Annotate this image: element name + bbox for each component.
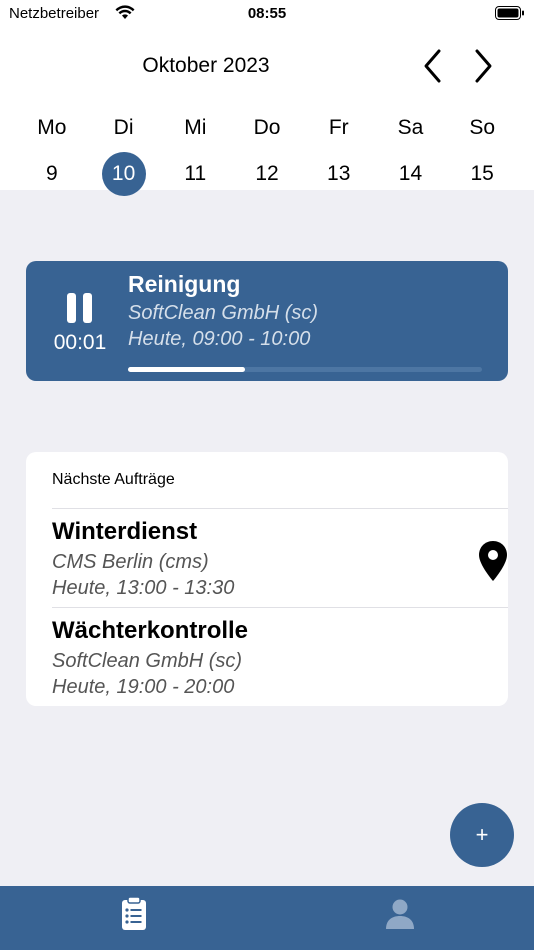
day-name: Mo <box>37 116 67 139</box>
day-monday[interactable]: Mo 9 <box>16 116 88 196</box>
day-wednesday[interactable]: Mi 11 <box>159 116 231 196</box>
map-pin-icon[interactable] <box>478 540 508 582</box>
status-bar: Netzbetreiber 08:55 <box>0 0 534 30</box>
job-progress-bar <box>128 367 482 372</box>
day-friday[interactable]: Fr 13 <box>303 116 375 196</box>
next-month-button[interactable] <box>468 48 498 84</box>
day-name: Sa <box>397 116 424 139</box>
add-job-button[interactable]: + <box>450 803 514 867</box>
tab-bar <box>0 886 534 950</box>
day-name: Fr <box>328 116 349 139</box>
day-sunday[interactable]: So 15 <box>446 116 518 196</box>
job-progress-fill <box>128 367 245 372</box>
day-tuesday-selected[interactable]: Di 10 <box>88 116 160 196</box>
day-number: 9 <box>46 162 58 185</box>
job-company: SoftClean GmbH (sc) <box>52 650 243 672</box>
previous-month-button[interactable] <box>418 48 448 84</box>
week-strip: Mo 9 Di 10 Mi 11 Do 12 Fr 13 Sa 14 So 15 <box>16 116 518 196</box>
job-list-item[interactable]: Winterdienst CMS Berlin (cms) Heute, 13:… <box>52 508 508 607</box>
status-time: 08:55 <box>247 5 287 22</box>
person-icon[interactable] <box>380 896 420 932</box>
battery-icon <box>495 6 524 20</box>
job-title: Winterdienst <box>52 518 198 545</box>
job-time: Heute, 19:00 - 20:00 <box>52 676 235 698</box>
clipboard-icon[interactable] <box>114 896 154 932</box>
active-job-card[interactable]: 00:01 Reinigung SoftClean GmbH (sc) Heut… <box>26 261 508 381</box>
day-name: So <box>469 116 496 139</box>
day-name: Do <box>253 116 281 139</box>
elapsed-timer: 00:01 <box>53 331 107 354</box>
active-job-time: Heute, 09:00 - 10:00 <box>128 328 311 350</box>
day-number: 11 <box>184 162 207 185</box>
day-name: Mi <box>184 116 207 139</box>
job-time: Heute, 13:00 - 13:30 <box>52 577 235 599</box>
calendar-header: Oktober 2023 Mo 9 Di 10 Mi 11 Do 12 Fr 1… <box>0 30 534 196</box>
day-number: 13 <box>327 162 351 185</box>
active-job-company: SoftClean GmbH (sc) <box>128 302 319 324</box>
job-list-item[interactable]: Wächterkontrolle SoftClean GmbH (sc) Heu… <box>52 607 508 706</box>
day-number: 12 <box>255 162 279 185</box>
day-saturday[interactable]: Sa 14 <box>375 116 447 196</box>
next-jobs-header: Nächste Aufträge <box>52 471 175 488</box>
next-jobs-card: Nächste Aufträge Winterdienst CMS Berlin… <box>26 452 508 706</box>
month-title: Oktober 2023 <box>142 54 270 77</box>
day-number: 14 <box>398 162 423 185</box>
day-thursday[interactable]: Do 12 <box>231 116 303 196</box>
job-company: CMS Berlin (cms) <box>52 551 209 573</box>
day-number: 15 <box>470 162 494 185</box>
day-number: 10 <box>101 152 146 196</box>
day-name: Di <box>113 116 134 139</box>
pause-icon[interactable] <box>66 292 94 324</box>
job-title: Wächterkontrolle <box>52 617 249 644</box>
active-job-title: Reinigung <box>128 271 241 297</box>
